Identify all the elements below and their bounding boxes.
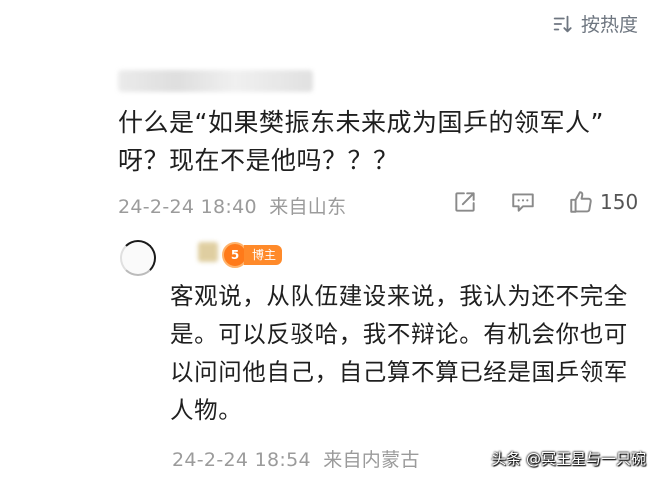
commenter-name-blurred [118,70,313,92]
reply-timestamp: 24-2-24 18:54 [172,449,311,471]
share-icon [455,192,475,212]
reply-location: 来自内蒙古 [323,449,420,471]
comment-icon [512,193,534,212]
replier-name-blurred [198,242,218,262]
reply-button[interactable] [510,189,536,215]
comment-timestamp: 24-2-24 18:40 [118,196,257,218]
like-count: 150 [600,190,639,214]
sort-by-hot-button[interactable]: 按热度 [551,10,638,37]
comment-location: 来自山东 [269,196,347,218]
blogger-badge: 5 博主 [222,242,283,268]
comment-text-line2: 呀？现在不是他吗？？？ [118,146,399,175]
comment-text-line1: 什么是“如果樊振东未来成为国乒的领军人” [118,108,604,137]
comment-text: 什么是“如果樊振东未来成为国乒的领军人” 呀？现在不是他吗？？？ [118,104,648,180]
thumbs-up-icon [570,191,592,213]
like-button[interactable]: 150 [568,189,638,215]
reply-meta: 24-2-24 18:54 来自内蒙古 [172,445,420,472]
sort-icon [553,15,572,32]
avatar[interactable] [120,240,156,276]
share-button[interactable] [452,189,478,215]
reply-text: 客观说，从队伍建设来说，我认为还不完全是。可以反驳哈，我不辩论。有机会你也可以问… [170,282,628,424]
comment-actions: 150 [452,189,638,215]
comment-meta: 24-2-24 18:40 来自山东 [118,192,346,219]
badge-label: 博主 [244,245,283,265]
sort-label: 按热度 [580,14,638,36]
watermark: 头条 @冥王星与一只碗 [491,450,646,468]
